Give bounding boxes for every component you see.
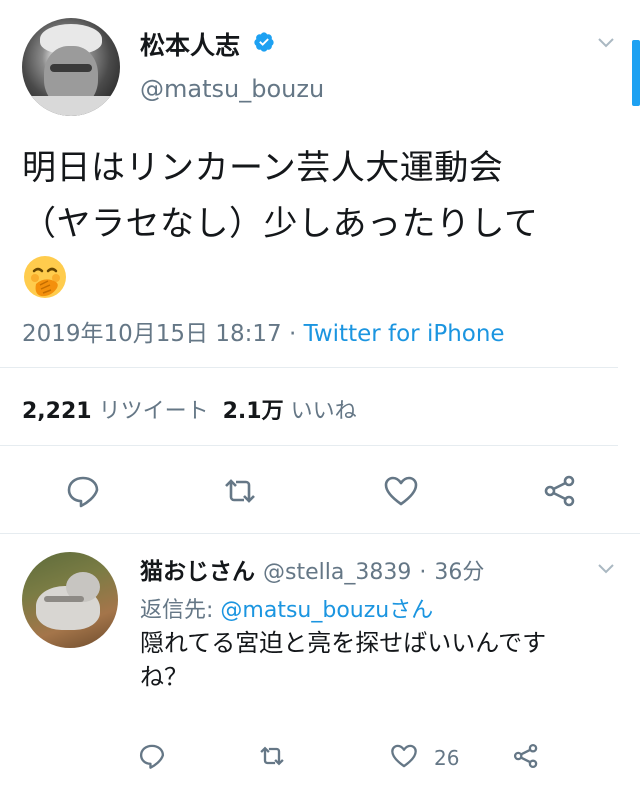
scrollbar[interactable] xyxy=(632,40,640,106)
share-icon[interactable] xyxy=(542,473,578,509)
verified-badge-icon xyxy=(254,32,274,52)
reply-header: 猫おじさん @stella_3839 · 36分 xyxy=(140,552,484,586)
like-icon[interactable] xyxy=(390,742,418,770)
reply-text-line: ね？ xyxy=(140,663,188,691)
divider xyxy=(0,367,618,368)
like-count: 2.1万 xyxy=(222,399,284,424)
reply-to-suffix: さん xyxy=(389,598,434,623)
tweet-text-line: 明日はリンカーン芸人大運動会 xyxy=(22,148,504,188)
reply-to-prefix: 返信先: xyxy=(140,598,214,623)
reply-to-mention[interactable]: @matsu_bouzuさん xyxy=(220,598,433,623)
handle[interactable]: @matsu_bouzu xyxy=(140,75,324,103)
reply-icon[interactable] xyxy=(138,742,166,770)
source-link[interactable]: Twitter for iPhone xyxy=(304,321,505,347)
retweet-count: 2,221 xyxy=(22,399,92,424)
timestamp[interactable]: 2019年10月15日 18:17 xyxy=(22,321,282,347)
face-with-hand-over-mouth-icon xyxy=(24,256,66,298)
engagement-stats: 2,221 リツイート 2.1万 いいね xyxy=(22,393,357,425)
display-name[interactable]: 松本人志 xyxy=(140,26,240,62)
like-icon[interactable] xyxy=(383,473,419,509)
reply-text-line: 隠れてる宮迫と亮を探せばいいんです xyxy=(140,629,547,657)
reply-icon[interactable] xyxy=(65,473,101,509)
tweet-text-line: （ヤラセなし）少しあったりして xyxy=(22,204,539,244)
reply-like-count: 26 xyxy=(434,746,460,770)
tweet-text: 明日はリンカーン芸人大運動会 （ヤラセなし）少しあったりして xyxy=(22,140,622,252)
retweet-icon[interactable] xyxy=(222,473,258,509)
dot-separator: · xyxy=(419,560,427,585)
reply-to-handle: @matsu_bouzu xyxy=(220,598,390,623)
reply-time[interactable]: 36分 xyxy=(434,560,484,585)
retweet-stat[interactable]: 2,221 リツイート xyxy=(22,399,209,424)
chevron-down-icon[interactable] xyxy=(598,38,614,48)
share-icon[interactable] xyxy=(512,742,540,770)
divider xyxy=(0,445,618,446)
divider xyxy=(0,533,640,534)
avatar[interactable] xyxy=(22,18,120,116)
replying-to: 返信先: @matsu_bouzuさん xyxy=(140,592,433,624)
reply-avatar[interactable] xyxy=(22,552,118,648)
reply-text: 隠れてる宮迫と亮を探せばいいんです ね？ xyxy=(140,626,610,694)
dot-separator: · xyxy=(288,321,297,347)
like-label: いいね xyxy=(290,399,357,424)
retweet-icon[interactable] xyxy=(258,742,286,770)
retweet-label: リツイート xyxy=(98,399,209,424)
reply-handle[interactable]: @stella_3839 xyxy=(263,560,411,585)
chevron-down-icon[interactable] xyxy=(598,564,614,574)
timestamp-line: 2019年10月15日 18:17 · Twitter for iPhone xyxy=(22,314,505,348)
like-stat[interactable]: 2.1万 いいね xyxy=(223,399,357,424)
reply-display-name[interactable]: 猫おじさん xyxy=(140,559,255,585)
